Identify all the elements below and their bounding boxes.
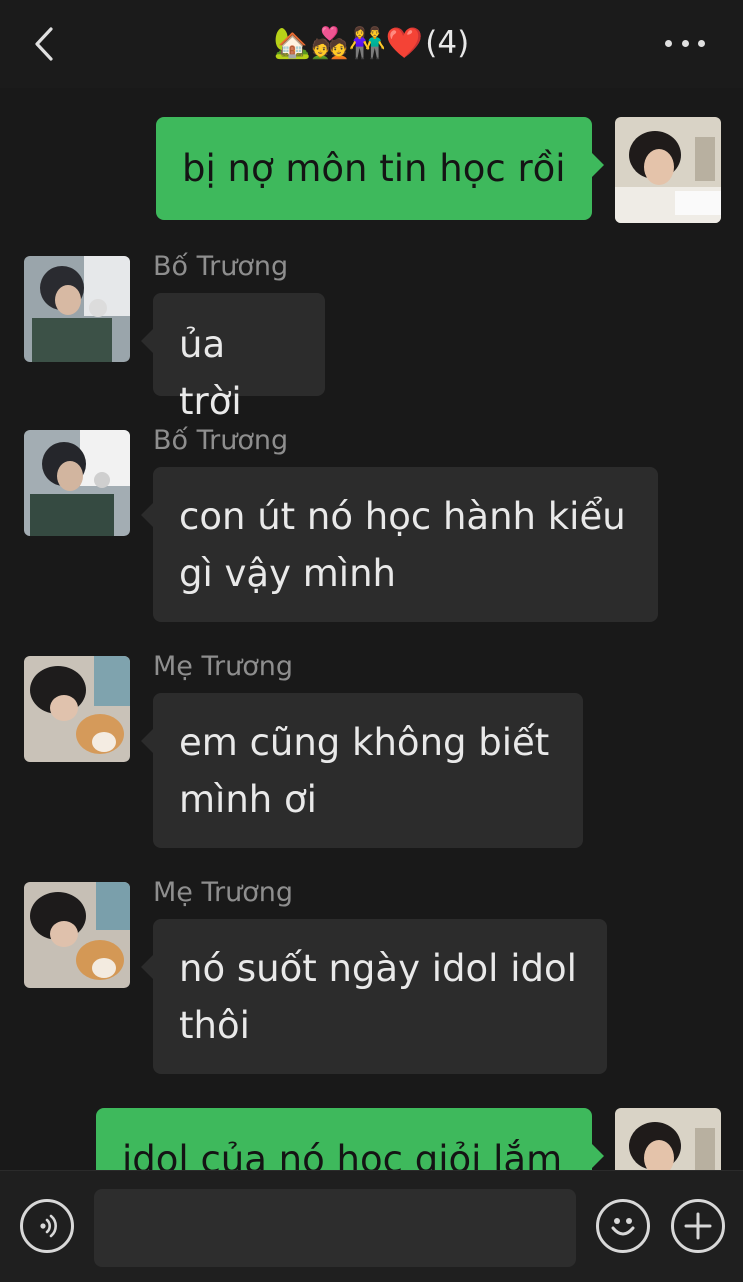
sender-avatar[interactable] bbox=[24, 882, 130, 988]
message-list[interactable]: bị nợ môn tin học rồi Bố Trương ủa trời bbox=[0, 88, 743, 1170]
emoji-icon bbox=[611, 1218, 635, 1236]
message-text: ủa trời bbox=[179, 323, 242, 423]
message-text: bị nợ môn tin học rồi bbox=[182, 147, 566, 190]
plus-icon bbox=[684, 1212, 712, 1240]
outgoing-message-bubble[interactable]: bị nợ môn tin học rồi bbox=[156, 117, 604, 220]
sender-avatar[interactable] bbox=[24, 256, 130, 362]
incoming-message-bubble[interactable]: nó suốt ngày idol idol thôi bbox=[141, 919, 607, 1074]
plus-button[interactable] bbox=[671, 1199, 725, 1253]
more-dot bbox=[681, 39, 689, 47]
chat-title[interactable]: 🏡💑👫❤️ (4) bbox=[0, 18, 743, 68]
sender-name: Bố Trương bbox=[153, 425, 289, 456]
incoming-message-bubble[interactable]: em cũng không biết mình ơi bbox=[141, 693, 583, 848]
voice-icon bbox=[40, 1214, 57, 1238]
more-dot bbox=[665, 39, 672, 47]
message-input[interactable] bbox=[94, 1189, 576, 1267]
emoji-button[interactable] bbox=[596, 1199, 650, 1253]
member-count: (4) bbox=[425, 25, 470, 61]
input-bar bbox=[0, 1170, 743, 1282]
message-text: idol của nó học giỏi lắm bbox=[122, 1138, 563, 1170]
message-text: con út nó học hành kiểu gì vậy mình bbox=[179, 495, 626, 595]
sender-name: Mẹ Trương bbox=[153, 877, 293, 908]
incoming-message-bubble[interactable]: con út nó học hành kiểu gì vậy mình bbox=[141, 467, 658, 622]
sender-avatar[interactable] bbox=[24, 656, 130, 762]
sender-avatar[interactable] bbox=[24, 430, 130, 536]
group-title-emojis: 🏡💑👫❤️ bbox=[273, 25, 424, 61]
sender-name: Bố Trương bbox=[153, 251, 289, 282]
my-avatar[interactable] bbox=[615, 1108, 721, 1170]
my-avatar[interactable] bbox=[615, 117, 721, 223]
message-text: em cũng không biết mình ơi bbox=[179, 721, 550, 821]
more-button[interactable] bbox=[665, 36, 705, 50]
message-text: nó suốt ngày idol idol thôi bbox=[179, 947, 577, 1047]
sender-name: Mẹ Trương bbox=[153, 651, 293, 682]
incoming-message-bubble[interactable]: ủa trời bbox=[141, 293, 325, 423]
chat-header: 🏡💑👫❤️ (4) bbox=[0, 0, 743, 88]
outgoing-message-bubble[interactable]: idol của nó học giỏi lắm bbox=[96, 1108, 604, 1170]
voice-button[interactable] bbox=[20, 1199, 74, 1253]
more-dot bbox=[698, 39, 705, 47]
